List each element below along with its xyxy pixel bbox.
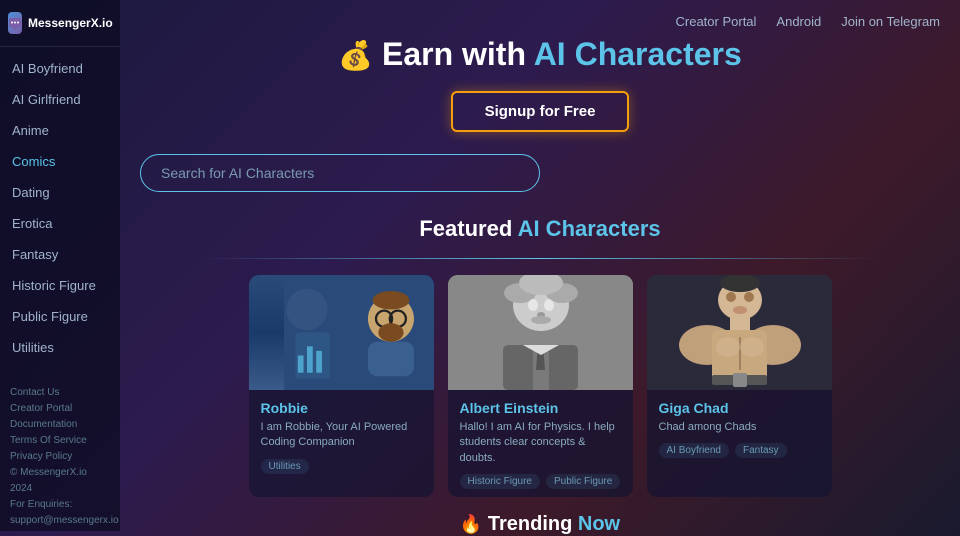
hero-title-part1: Earn with: [382, 36, 526, 72]
privacy-link[interactable]: Privacy Policy: [10, 449, 110, 465]
card-robbie-tag-0: Utilities: [261, 459, 309, 474]
sidebar-item-dating[interactable]: Dating: [0, 177, 120, 208]
card-einstein[interactable]: Albert Einstein Hallo! I am AI for Physi…: [448, 275, 633, 497]
card-giga-chad[interactable]: Giga Chad Chad among Chads AI Boyfriend …: [647, 275, 832, 497]
card-robbie-name: Robbie: [261, 400, 422, 416]
creator-portal-footer-link[interactable]: Creator Portal: [10, 401, 110, 417]
sidebar-nav: AI Boyfriend AI Girlfriend Anime Comics …: [0, 53, 120, 363]
logo-text: MessengerX.io: [28, 16, 113, 30]
card-einstein-tags: Historic Figure Public Figure: [460, 474, 621, 489]
sidebar-item-ai-girlfriend[interactable]: AI Girlfriend: [0, 84, 120, 115]
card-robbie-tags: Utilities: [261, 459, 422, 474]
terms-link[interactable]: Terms Of Service: [10, 433, 110, 449]
trending-title-accent: Now: [578, 513, 620, 535]
enquiries-label: For Enquiries:: [10, 499, 72, 510]
trending-section: 🔥 Trending Now: [460, 513, 620, 536]
card-giga-chad-tag-0: AI Boyfriend: [659, 443, 729, 458]
card-giga-chad-body: Giga Chad Chad among Chads AI Boyfriend …: [647, 390, 832, 466]
featured-title-part1: Featured: [419, 216, 512, 241]
card-giga-chad-tag-1: Fantasy: [735, 443, 787, 458]
card-giga-chad-tags: AI Boyfriend Fantasy: [659, 443, 820, 458]
sidebar-item-utilities[interactable]: Utilities: [0, 332, 120, 363]
sidebar-item-fantasy[interactable]: Fantasy: [0, 239, 120, 270]
featured-title: Featured AI Characters: [200, 216, 880, 242]
trending-title: 🔥 Trending Now: [460, 513, 620, 536]
search-input[interactable]: [140, 154, 540, 192]
logo-icon: [8, 12, 22, 34]
android-link[interactable]: Android: [776, 14, 821, 29]
sidebar-item-comics[interactable]: Comics: [0, 146, 120, 177]
featured-title-accent: AI Characters: [518, 216, 661, 241]
creator-portal-link[interactable]: Creator Portal: [676, 14, 757, 29]
sidebar-item-erotica[interactable]: Erotica: [0, 208, 120, 239]
card-robbie[interactable]: Robbie I am Robbie, Your AI Powered Codi…: [249, 275, 434, 497]
card-einstein-tag-1: Public Figure: [546, 474, 620, 489]
card-einstein-name: Albert Einstein: [460, 400, 621, 416]
card-giga-chad-image: [647, 275, 832, 390]
card-robbie-image: [249, 275, 434, 390]
sidebar: MessengerX.io AI Boyfriend AI Girlfriend…: [0, 0, 120, 531]
card-giga-chad-desc: Chad among Chads: [659, 420, 820, 435]
hero-emoji: 💰: [338, 40, 373, 71]
card-einstein-tag-0: Historic Figure: [460, 474, 540, 489]
hero-section: 💰 Earn with AI Characters Signup for Fre…: [140, 36, 940, 216]
documentation-link[interactable]: Documentation: [10, 417, 110, 433]
sidebar-footer: Contact Us Creator Portal Documentation …: [0, 379, 120, 531]
sidebar-item-historic-figure[interactable]: Historic Figure: [0, 270, 120, 301]
card-einstein-body: Albert Einstein Hallo! I am AI for Physi…: [448, 390, 633, 497]
sidebar-item-anime[interactable]: Anime: [0, 115, 120, 146]
sidebar-item-ai-boyfriend[interactable]: AI Boyfriend: [0, 53, 120, 84]
search-container: [140, 154, 540, 192]
card-einstein-desc: Hallo! I am AI for Physics. I help stude…: [460, 420, 621, 466]
top-bar: Creator Portal Android Join on Telegram: [656, 0, 960, 43]
card-einstein-image: [448, 275, 633, 390]
telegram-link[interactable]: Join on Telegram: [841, 14, 940, 29]
card-robbie-desc: I am Robbie, Your AI Powered Coding Comp…: [261, 420, 422, 451]
copyright: © MessengerX.io 2024: [10, 467, 87, 494]
card-robbie-body: Robbie I am Robbie, Your AI Powered Codi…: [249, 390, 434, 482]
trending-title-part1: Trending: [488, 513, 572, 535]
cards-row: Robbie I am Robbie, Your AI Powered Codi…: [200, 275, 880, 497]
support-email[interactable]: support@messengerx.io: [10, 513, 110, 529]
card-giga-chad-name: Giga Chad: [659, 400, 820, 416]
sidebar-logo: MessengerX.io: [0, 0, 120, 47]
trending-emoji: 🔥: [460, 514, 482, 534]
signup-button[interactable]: Signup for Free: [451, 91, 630, 132]
contact-us-link[interactable]: Contact Us: [10, 385, 110, 401]
main-content: 💰 Earn with AI Characters Signup for Fre…: [120, 0, 960, 536]
featured-divider: [200, 258, 880, 259]
featured-section: Featured AI Characters: [200, 216, 880, 497]
sidebar-item-public-figure[interactable]: Public Figure: [0, 301, 120, 332]
